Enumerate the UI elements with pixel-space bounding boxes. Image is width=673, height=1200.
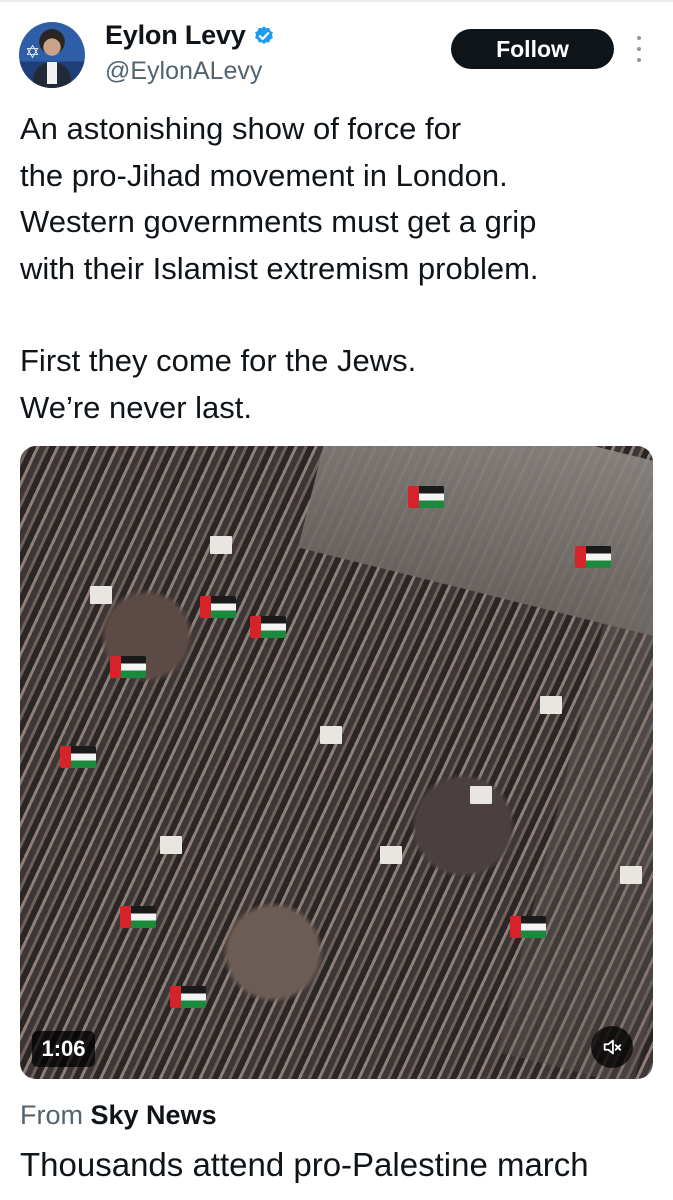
- crowd-flag: [170, 986, 206, 1008]
- tweet-line: First they come for the Jews.: [20, 343, 417, 379]
- crowd-sign: [320, 726, 342, 744]
- source-prefix: From: [20, 1100, 83, 1130]
- video-road-shadow: [497, 586, 653, 1079]
- crowd-flag: [110, 656, 146, 678]
- follow-button[interactable]: Follow: [451, 29, 614, 69]
- tweet-line: the pro-Jihad movement in London.: [20, 157, 508, 193]
- top-divider: [0, 0, 673, 2]
- tweet-text: An astonishing show of force for the pro…: [20, 106, 660, 432]
- author-name-row: Eylon Levy: [105, 20, 275, 51]
- author-name[interactable]: Eylon Levy: [105, 20, 246, 51]
- avatar-shirt: [47, 62, 57, 84]
- crowd-flag: [250, 616, 286, 638]
- crowd-sign: [90, 586, 112, 604]
- verified-badge-icon: [254, 25, 273, 44]
- more-dot: [637, 36, 641, 40]
- crowd-sign: [470, 786, 492, 804]
- source-name: Sky News: [90, 1100, 217, 1130]
- crowd-flag: [120, 906, 156, 928]
- video-road-area: [298, 446, 653, 640]
- video-duration-badge: 1:06: [32, 1031, 95, 1067]
- tweet-line: An astonishing show of force for: [20, 111, 462, 146]
- crowd-flag: [408, 486, 444, 508]
- more-dot: [637, 47, 641, 51]
- crowd-sign: [540, 696, 562, 714]
- crowd-sign: [620, 866, 642, 884]
- crowd-sign: [160, 836, 182, 854]
- card-headline[interactable]: Thousands attend pro-Palestine march: [20, 1146, 670, 1184]
- crowd-flag: [575, 546, 611, 568]
- avatar[interactable]: ✡: [19, 22, 85, 88]
- more-options-icon[interactable]: [632, 36, 646, 62]
- author-handle[interactable]: @EylonALevy: [105, 57, 262, 86]
- tweet-line: We’re never last.: [20, 389, 253, 425]
- speaker-muted-icon: [603, 1039, 622, 1055]
- volume-muted-icon[interactable]: [591, 1026, 633, 1068]
- tweet-line: with their Islamist extremism problem.: [20, 250, 539, 286]
- crowd-flag: [510, 916, 546, 938]
- more-dot: [637, 58, 641, 62]
- crowd-flag: [200, 596, 236, 618]
- crowd-sign: [210, 536, 232, 554]
- avatar-star-icon: ✡: [25, 42, 41, 63]
- crowd-flag: [60, 746, 96, 768]
- crowd-sign: [380, 846, 402, 864]
- tweet-line: Western governments must get a grip: [20, 204, 537, 240]
- video-player[interactable]: [20, 446, 653, 1079]
- card-source[interactable]: From Sky News: [20, 1100, 217, 1131]
